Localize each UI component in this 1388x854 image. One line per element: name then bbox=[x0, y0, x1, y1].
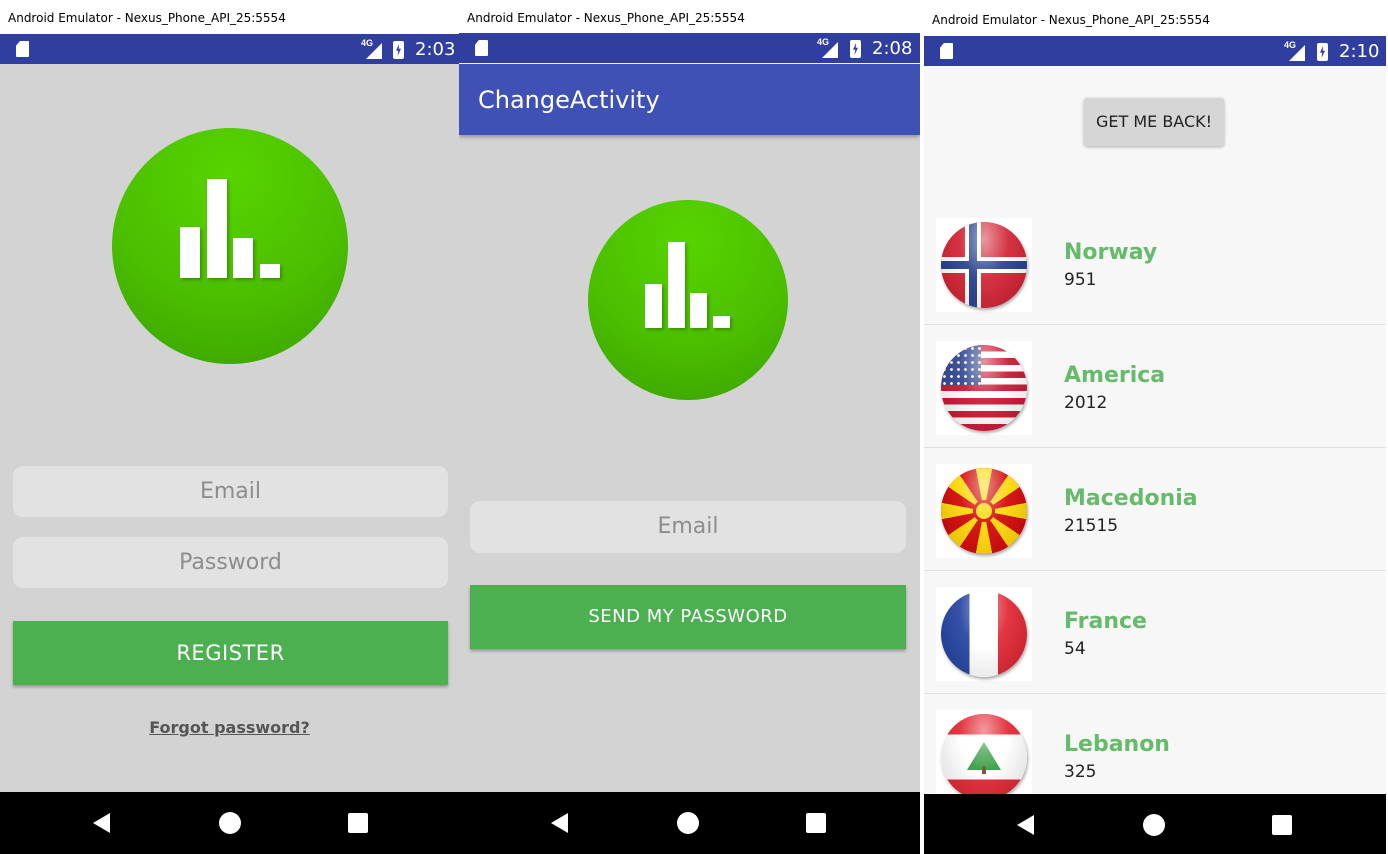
emulator-window-country-list: Android Emulator - Nexus_Phone_API_25:55… bbox=[924, 0, 1386, 854]
email-field[interactable]: Email bbox=[470, 501, 906, 553]
recent-apps-icon[interactable] bbox=[806, 813, 826, 833]
status-time: 2:08 bbox=[872, 38, 913, 59]
window-title: Android Emulator - Nexus_Phone_API_25:55… bbox=[459, 0, 920, 34]
back-icon[interactable] bbox=[551, 813, 568, 833]
list-item[interactable]: Macedonia 21515 bbox=[924, 448, 1386, 571]
emulator-window-change-activity: Android Emulator - Nexus_Phone_API_25:55… bbox=[459, 0, 920, 854]
navigation-bar bbox=[459, 792, 920, 854]
flag-frame bbox=[936, 587, 1032, 681]
register-screen: Email Password REGISTER Forgot password? bbox=[0, 64, 459, 792]
home-icon[interactable] bbox=[1143, 814, 1165, 836]
country-name: Norway bbox=[1064, 240, 1158, 265]
home-icon[interactable] bbox=[219, 812, 241, 834]
country-name: America bbox=[1064, 363, 1166, 388]
get-me-back-button[interactable]: GET ME BACK! bbox=[1084, 98, 1224, 146]
email-field[interactable]: Email bbox=[13, 466, 448, 517]
toolbar-title: ChangeActivity bbox=[459, 64, 920, 135]
battery-icon bbox=[850, 40, 861, 58]
back-icon[interactable] bbox=[1017, 815, 1034, 835]
flag-frame bbox=[936, 464, 1032, 558]
status-time: 2:03 bbox=[415, 39, 456, 60]
country-count: 325 bbox=[1064, 762, 1097, 782]
country-count: 21515 bbox=[1064, 516, 1119, 536]
home-icon[interactable] bbox=[677, 812, 699, 834]
register-button[interactable]: REGISTER bbox=[13, 621, 448, 685]
country-list-screen: GET ME BACK! Norway 951 America 2012 Mac… bbox=[924, 66, 1386, 804]
navigation-bar bbox=[0, 792, 459, 854]
logo-bar bbox=[713, 316, 730, 328]
recent-apps-icon[interactable] bbox=[1272, 815, 1292, 835]
signal-icon bbox=[366, 43, 382, 59]
list-item[interactable]: America 2012 bbox=[924, 325, 1386, 448]
macedonia-flag-icon bbox=[941, 468, 1027, 554]
back-icon[interactable] bbox=[93, 813, 110, 833]
flag-frame bbox=[936, 218, 1032, 312]
country-name: Macedonia bbox=[1064, 486, 1198, 511]
signal-icon bbox=[822, 42, 838, 58]
sd-card-icon bbox=[16, 41, 29, 57]
logo-bar bbox=[180, 227, 200, 278]
app-logo-icon bbox=[588, 200, 788, 400]
country-count: 951 bbox=[1064, 270, 1097, 290]
flag-frame bbox=[936, 710, 1032, 804]
sd-card-icon bbox=[940, 43, 953, 59]
logo-bar bbox=[233, 238, 253, 278]
country-name: France bbox=[1064, 609, 1147, 634]
list-item[interactable]: France 54 bbox=[924, 571, 1386, 694]
usa-flag-icon bbox=[941, 345, 1027, 431]
norway-flag-icon bbox=[941, 222, 1027, 308]
navigation-bar bbox=[924, 794, 1386, 854]
window-title: Android Emulator - Nexus_Phone_API_25:55… bbox=[0, 0, 459, 34]
lebanon-flag-icon bbox=[941, 714, 1027, 800]
battery-icon bbox=[1317, 43, 1328, 61]
logo-bar bbox=[668, 242, 685, 328]
country-count: 54 bbox=[1064, 639, 1086, 659]
window-title: Android Emulator - Nexus_Phone_API_25:55… bbox=[924, 0, 1386, 34]
signal-icon bbox=[1289, 45, 1305, 61]
logo-bar bbox=[260, 264, 280, 278]
forgot-password-link[interactable]: Forgot password? bbox=[0, 718, 459, 737]
logo-bar bbox=[690, 293, 707, 328]
france-flag-icon bbox=[941, 591, 1027, 677]
recent-apps-icon[interactable] bbox=[348, 813, 368, 833]
send-password-button[interactable]: SEND MY PASSWORD bbox=[470, 585, 906, 649]
status-bar: 4G 2:10 bbox=[924, 36, 1386, 66]
status-time: 2:10 bbox=[1339, 41, 1380, 62]
country-count: 2012 bbox=[1064, 393, 1108, 413]
list-item[interactable]: Norway 951 bbox=[924, 202, 1386, 325]
flag-frame bbox=[936, 341, 1032, 435]
change-activity-screen: Email SEND MY PASSWORD bbox=[459, 64, 920, 792]
emulator-window-register: Android Emulator - Nexus_Phone_API_25:55… bbox=[0, 0, 459, 854]
app-logo-icon bbox=[112, 128, 348, 364]
battery-icon bbox=[393, 41, 404, 59]
password-field[interactable]: Password bbox=[13, 537, 448, 588]
sd-card-icon bbox=[475, 40, 488, 56]
status-bar: 4G 2:03 bbox=[0, 34, 459, 64]
country-name: Lebanon bbox=[1064, 732, 1170, 757]
logo-bar bbox=[645, 284, 662, 328]
logo-bar bbox=[207, 179, 227, 278]
status-bar: 4G 2:08 bbox=[459, 33, 920, 63]
